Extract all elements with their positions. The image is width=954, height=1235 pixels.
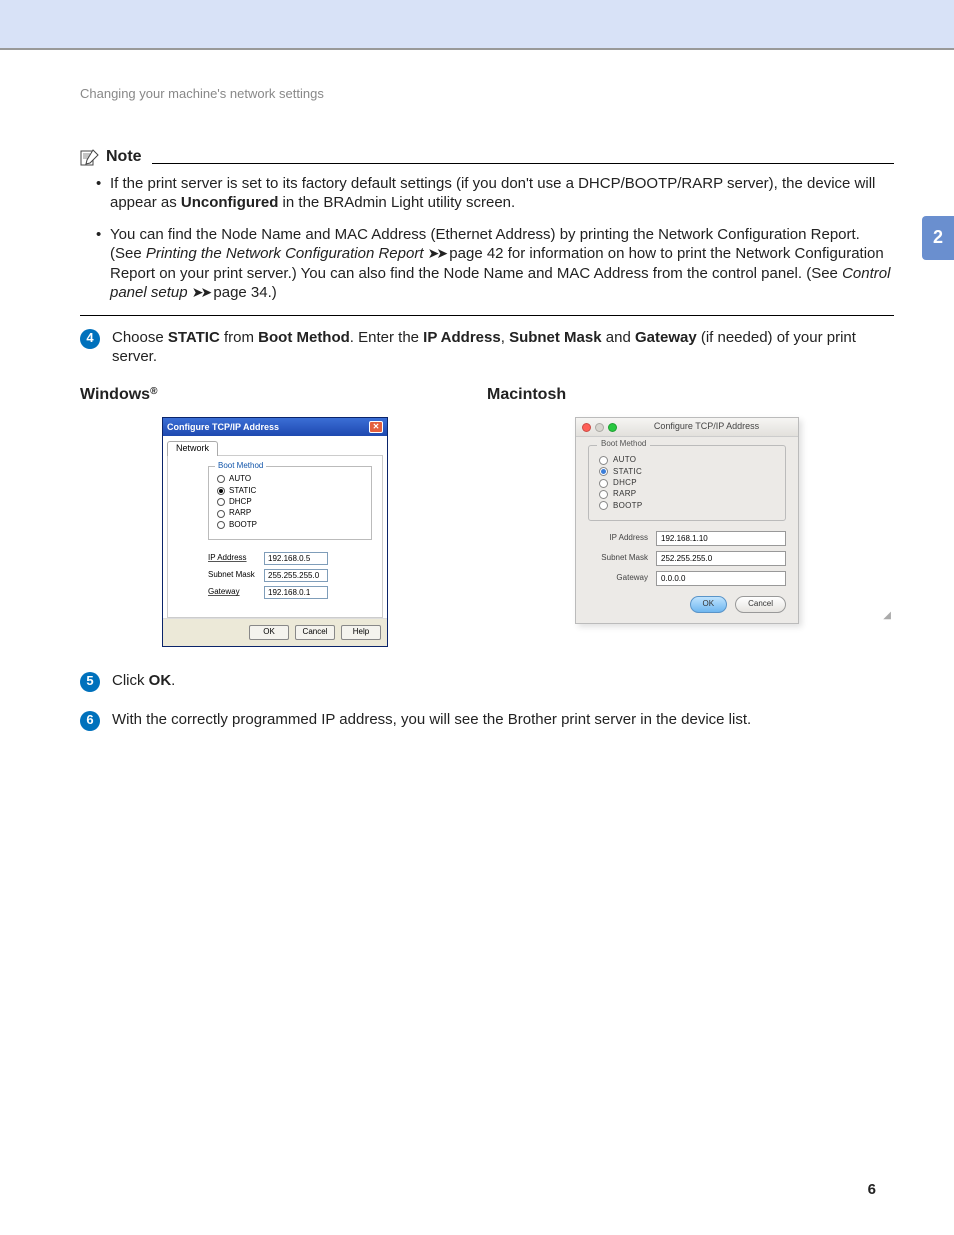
step-number-badge: 6 [80, 711, 100, 731]
ip-label: IP Address [208, 553, 264, 563]
step-number-badge: 4 [80, 329, 100, 349]
text-bold: Subnet Mask [509, 329, 602, 346]
radio-label: AUTO [229, 474, 251, 484]
note-bullet-2: • You can find the Node Name and MAC Add… [96, 225, 894, 303]
text-bold: Gateway [635, 329, 697, 346]
close-icon[interactable]: ✕ [369, 421, 383, 433]
text: Click [112, 672, 149, 689]
radio-label: BOOTP [229, 520, 257, 530]
help-button[interactable]: Help [341, 625, 381, 639]
note-rule [152, 163, 894, 164]
note-title: Note [106, 147, 142, 168]
text: With the correctly programmed IP address… [112, 711, 751, 728]
gateway-input[interactable] [656, 571, 786, 586]
gateway-label: Gateway [208, 587, 264, 597]
bullet-dot: • [96, 225, 110, 303]
windows-dialog: Configure TCP/IP Address ✕ Network Boot … [162, 417, 388, 646]
bullet-dot: • [96, 174, 110, 213]
page-header-text: Changing your machine's network settings [80, 86, 894, 103]
subnet-mask-input[interactable] [264, 569, 328, 582]
radio-label: DHCP [613, 478, 637, 488]
ip-address-input[interactable] [264, 552, 328, 565]
os-screenshots-row: Windows® Configure TCP/IP Address ✕ Netw… [80, 385, 894, 647]
ip-label: IP Address [588, 533, 648, 543]
arrows-icon: ➤➤ [192, 284, 209, 300]
windows-column: Windows® Configure TCP/IP Address ✕ Netw… [80, 385, 487, 647]
boot-method-fieldset: Boot Method AUTO STATIC DHCP RARP BOOTP [588, 445, 786, 521]
cancel-button[interactable]: Cancel [735, 596, 786, 612]
chapter-side-tab: 2 [922, 216, 954, 260]
subnet-mask-input[interactable] [656, 551, 786, 566]
radio-label: RARP [229, 508, 251, 518]
radio-dhcp[interactable]: DHCP [599, 478, 775, 488]
boot-method-legend: Boot Method [215, 461, 266, 471]
text: , [501, 329, 509, 346]
radio-bootp[interactable]: BOOTP [599, 501, 775, 511]
note-bullet-1: • If the print server is set to its fact… [96, 174, 894, 213]
note-icon [80, 148, 100, 166]
text: page 34.) [209, 284, 277, 301]
traffic-light-close-icon[interactable] [582, 423, 591, 432]
text: from [220, 329, 258, 346]
radio-label: STATIC [229, 486, 256, 496]
step-4: 4 Choose STATIC from Boot Method. Enter … [80, 328, 894, 367]
traffic-light-minimize-icon[interactable] [595, 423, 604, 432]
text: . [171, 672, 175, 689]
radio-static[interactable]: STATIC [217, 486, 363, 496]
text-bold: Unconfigured [181, 194, 279, 211]
mac-titlebar[interactable]: Configure TCP/IP Address [576, 418, 798, 437]
ok-button[interactable]: OK [249, 625, 289, 639]
radio-label: DHCP [229, 497, 252, 507]
gateway-label: Gateway [588, 573, 648, 583]
registered-symbol: ® [150, 386, 157, 397]
boot-method-legend: Boot Method [597, 439, 650, 449]
step-5: 5 Click OK. [80, 671, 894, 692]
windows-dialog-title: Configure TCP/IP Address [167, 422, 279, 434]
note-separator [80, 315, 894, 316]
text: and [602, 329, 635, 346]
text-bold: OK [149, 672, 172, 689]
cancel-button[interactable]: Cancel [295, 625, 335, 639]
radio-label: RARP [613, 489, 636, 499]
mac-dialog-title: Configure TCP/IP Address [621, 421, 792, 433]
gateway-input[interactable] [264, 586, 328, 599]
resize-handle-icon[interactable]: ◢ [883, 609, 891, 622]
radio-static[interactable]: STATIC [599, 467, 775, 477]
text: in the BRAdmin Light utility screen. [278, 194, 515, 211]
radio-label: STATIC [613, 467, 642, 477]
radio-label: AUTO [613, 455, 636, 465]
boot-method-fieldset: Boot Method AUTO STATIC DHCP RARP BOOTP [208, 466, 372, 540]
step-number-badge: 5 [80, 672, 100, 692]
note-block: Note • If the print server is set to its… [80, 147, 894, 316]
reference-link[interactable]: Printing the Network Configuration Repor… [146, 245, 424, 262]
text: Choose [112, 329, 168, 346]
radio-auto[interactable]: AUTO [599, 455, 775, 465]
windows-titlebar[interactable]: Configure TCP/IP Address ✕ [163, 418, 387, 436]
radio-dhcp[interactable]: DHCP [217, 497, 363, 507]
arrows-icon: ➤➤ [428, 245, 445, 261]
page-top-band [0, 0, 954, 50]
step-6: 6 With the correctly programmed IP addre… [80, 710, 894, 731]
page-number: 6 [868, 1180, 876, 1200]
radio-rarp[interactable]: RARP [599, 489, 775, 499]
text-bold: STATIC [168, 329, 220, 346]
macintosh-title: Macintosh [487, 385, 894, 406]
subnet-label: Subnet Mask [588, 553, 648, 563]
windows-title: Windows [80, 386, 150, 403]
text-bold: Boot Method [258, 329, 350, 346]
subnet-label: Subnet Mask [208, 570, 264, 580]
radio-label: BOOTP [613, 501, 643, 511]
mac-dialog: Configure TCP/IP Address Boot Method AUT… [575, 417, 799, 623]
ok-button[interactable]: OK [690, 596, 728, 612]
page-content: Changing your machine's network settings… [0, 50, 954, 731]
tab-network[interactable]: Network [167, 441, 218, 456]
radio-bootp[interactable]: BOOTP [217, 520, 363, 530]
radio-rarp[interactable]: RARP [217, 508, 363, 518]
macintosh-column: Macintosh Configure TCP/IP Address Boot … [487, 385, 894, 647]
text: . Enter the [350, 329, 423, 346]
text-bold: IP Address [423, 329, 501, 346]
traffic-light-zoom-icon[interactable] [608, 423, 617, 432]
ip-address-input[interactable] [656, 531, 786, 546]
radio-auto[interactable]: AUTO [217, 474, 363, 484]
